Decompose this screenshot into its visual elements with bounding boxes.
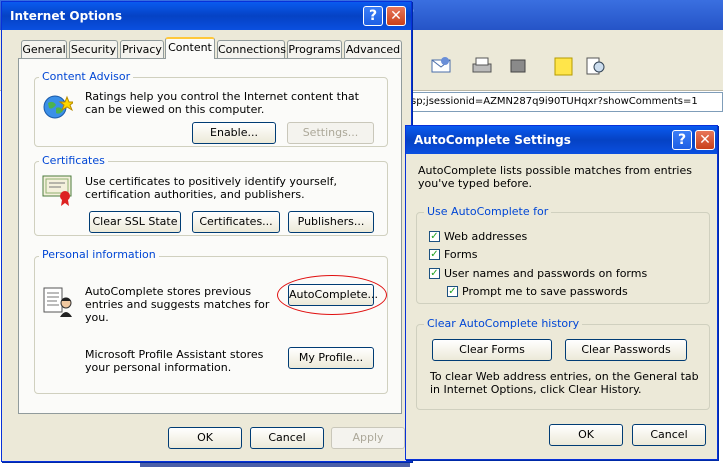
autocomplete-title-bar: AutoComplete Settings ? ✕: [406, 126, 717, 154]
autocomplete-settings-dialog: AutoComplete Settings ? ✕ AutoComplete l…: [405, 125, 718, 460]
web-addresses-label: Web addresses: [444, 230, 528, 243]
web-addresses-checkbox[interactable]: ✓: [429, 231, 440, 242]
print-icon[interactable]: [470, 55, 494, 77]
autocomplete-dialog-title: AutoComplete Settings: [414, 133, 571, 147]
autocomplete-intro: AutoComplete lists possible matches from…: [418, 164, 692, 190]
clear-ssl-state-button[interactable]: Clear SSL State: [89, 211, 181, 233]
profile-text: Microsoft Profile Assistant stores your …: [85, 348, 264, 374]
clear-passwords-button[interactable]: Clear Passwords: [565, 339, 687, 361]
user-names-passwords-label: User names and passwords on forms: [444, 267, 648, 280]
apply-button[interactable]: Apply: [331, 427, 405, 449]
personal-information-label: Personal information: [39, 248, 159, 261]
tab-programs[interactable]: Programs: [287, 40, 342, 58]
certificates-button[interactable]: Certificates...: [192, 211, 280, 233]
certificates-text: Use certificates to positively identify …: [85, 175, 338, 201]
tab-privacy[interactable]: Privacy: [120, 40, 164, 58]
autocomplete-close-icon[interactable]: ✕: [695, 130, 715, 150]
autocomplete-cancel-button[interactable]: Cancel: [632, 424, 706, 446]
address-bar[interactable]: sp;jsessionid=AZMN287q9i90TUHqxr?showCom…: [400, 92, 723, 112]
tab-content[interactable]: Content: [165, 37, 215, 59]
publishers-button[interactable]: Publishers...: [288, 211, 374, 233]
help-icon[interactable]: ?: [363, 6, 383, 26]
autocomplete-person-icon: [43, 285, 75, 322]
user-names-passwords-checkbox[interactable]: ✓: [429, 268, 440, 279]
cancel-button[interactable]: Cancel: [250, 427, 324, 449]
note-icon[interactable]: [552, 55, 576, 77]
clear-history-group: [416, 324, 710, 410]
content-tab-panel: Content Advisor Ratings help you control…: [18, 58, 402, 414]
internet-options-title-bar: Internet Options ? ✕: [2, 2, 411, 30]
autocomplete-help-icon[interactable]: ?: [672, 130, 692, 150]
autocomplete-text: AutoComplete stores previous entries and…: [85, 285, 270, 324]
research-icon[interactable]: [584, 55, 608, 77]
ok-button[interactable]: OK: [168, 427, 242, 449]
prompt-save-passwords-checkbox[interactable]: ✓: [447, 286, 458, 297]
internet-options-dialog: Internet Options ? ✕ General Security Pr…: [1, 1, 412, 462]
clear-history-note: To clear Web address entries, on the Gen…: [430, 370, 699, 396]
certificates-label: Certificates: [39, 154, 108, 167]
content-advisor-label: Content Advisor: [39, 70, 134, 83]
certificate-icon: [41, 173, 75, 210]
globe-star-icon: [41, 91, 76, 126]
tab-security[interactable]: Security: [69, 40, 118, 58]
settings-button[interactable]: Settings...: [287, 122, 374, 144]
my-profile-button[interactable]: My Profile...: [288, 347, 374, 369]
autocomplete-button[interactable]: AutoComplete...: [288, 284, 378, 306]
tab-general[interactable]: General: [21, 40, 67, 58]
clear-history-label: Clear AutoComplete history: [424, 317, 583, 330]
forms-label: Forms: [444, 248, 478, 261]
content-advisor-text: Ratings help you control the Internet co…: [85, 90, 359, 116]
clear-forms-button[interactable]: Clear Forms: [432, 339, 552, 361]
use-autocomplete-label: Use AutoComplete for: [424, 205, 552, 218]
prompt-save-passwords-label: Prompt me to save passwords: [462, 285, 628, 298]
edit-icon[interactable]: [508, 55, 532, 77]
tab-advanced[interactable]: Advanced: [344, 40, 402, 58]
mail-icon[interactable]: [430, 55, 454, 77]
tab-connections[interactable]: Connections: [217, 40, 286, 58]
autocomplete-ok-button[interactable]: OK: [549, 424, 623, 446]
close-icon[interactable]: ✕: [386, 6, 406, 26]
forms-checkbox[interactable]: ✓: [429, 249, 440, 260]
dialog-title: Internet Options: [10, 9, 122, 23]
enable-button[interactable]: Enable...: [192, 122, 276, 144]
